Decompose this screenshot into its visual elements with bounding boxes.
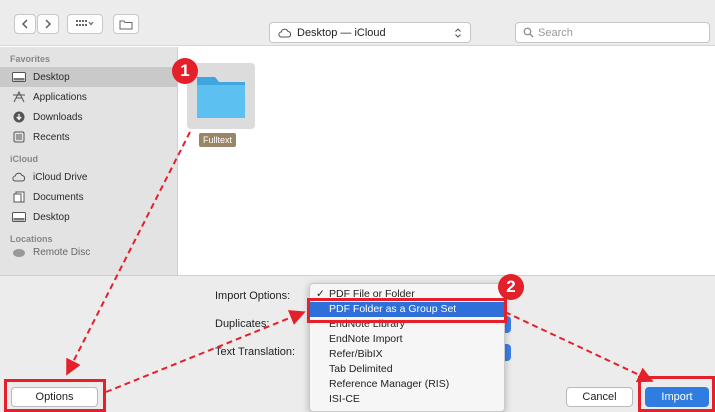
updown-chevron-icon	[455, 27, 461, 38]
options-button-highlight	[4, 379, 106, 412]
step-2-badge: 2	[498, 274, 524, 300]
sidebar-item-label: Applications	[33, 91, 87, 103]
chevron-right-icon	[45, 19, 51, 29]
import-options-label: Import Options:	[215, 290, 291, 302]
sidebar-item-documents[interactable]: Documents	[0, 187, 177, 207]
sidebar-item-label: Desktop	[33, 71, 70, 83]
sidebar-item-label: Remote Disc	[33, 247, 91, 258]
sidebar-item-icloud-desktop[interactable]: Desktop	[0, 207, 177, 227]
sidebar-item-label: Downloads	[33, 111, 83, 123]
sidebar: Favorites Desktop Applications Downloads…	[0, 47, 178, 275]
back-button[interactable]	[14, 14, 36, 34]
recents-icon	[11, 131, 27, 143]
new-folder-icon	[119, 20, 133, 29]
sidebar-section-locations: Locations	[10, 234, 53, 244]
menu-item-refer-bibix[interactable]: Refer/BibIX	[310, 347, 504, 362]
text-translation-label: Text Translation:	[215, 346, 296, 358]
sidebar-section-favorites: Favorites	[10, 54, 51, 64]
location-select[interactable]: Desktop — iCloud	[269, 22, 471, 43]
step-2-number: 2	[506, 277, 516, 296]
menu-item-label: Reference Manager (RIS)	[329, 378, 450, 390]
sidebar-item-recents[interactable]: Recents	[0, 127, 177, 147]
chevron-left-icon	[22, 19, 28, 29]
search-icon	[523, 27, 534, 38]
cancel-button[interactable]: Cancel	[566, 387, 633, 407]
applications-icon	[11, 91, 27, 103]
file-browser: Fulltext	[179, 47, 715, 275]
menu-item-label: EndNote Import	[329, 333, 403, 345]
menu-item-label: Tab Delimited	[329, 363, 393, 375]
cancel-button-label: Cancel	[582, 391, 617, 403]
menu-item-isi-ce[interactable]: ISI-CE	[310, 392, 504, 407]
location-label: Desktop — iCloud	[297, 26, 386, 39]
sidebar-item-applications[interactable]: Applications	[0, 87, 177, 107]
documents-icon	[11, 191, 27, 203]
view-mode-button[interactable]	[67, 14, 103, 34]
sidebar-item-downloads[interactable]: Downloads	[0, 107, 177, 127]
menu-item-label: Refer/BibIX	[329, 348, 383, 360]
disc-icon	[11, 247, 27, 257]
sidebar-item-icloud-drive[interactable]: iCloud Drive	[0, 167, 177, 187]
menu-item-reference-manager-ris[interactable]: Reference Manager (RIS)	[310, 377, 504, 392]
desktop-icon	[11, 72, 27, 82]
sidebar-section-icloud: iCloud	[10, 154, 38, 164]
toolbar: Desktop — iCloud Search	[0, 0, 715, 46]
search-placeholder: Search	[538, 26, 573, 39]
cloud-icon	[278, 28, 292, 37]
sidebar-item-label: Documents	[33, 191, 84, 203]
folder-name: Fulltext	[199, 133, 237, 147]
cloud-icon	[11, 172, 27, 182]
sidebar-item-label: iCloud Drive	[33, 171, 88, 183]
sidebar-item-label: Recents	[33, 131, 70, 143]
sidebar-item-remote-disc[interactable]: Remote Disc	[0, 247, 177, 261]
new-folder-button[interactable]	[113, 14, 139, 34]
sidebar-item-label: Desktop	[33, 211, 70, 223]
group-set-option-highlight	[307, 298, 507, 323]
menu-item-tab-delimited[interactable]: Tab Delimited	[310, 362, 504, 377]
forward-button[interactable]	[37, 14, 59, 34]
step-1-number: 1	[180, 61, 190, 80]
grid-view-icon	[76, 20, 94, 26]
menu-item-endnote-import[interactable]: EndNote Import	[310, 332, 504, 347]
desktop-icon	[11, 212, 27, 222]
import-button-highlight	[638, 376, 715, 412]
search-field[interactable]: Search	[515, 22, 710, 43]
duplicates-label: Duplicates:	[215, 318, 270, 330]
menu-item-label: ISI-CE	[329, 393, 360, 405]
step-1-badge: 1	[172, 58, 198, 84]
sidebar-item-desktop[interactable]: Desktop	[0, 67, 177, 87]
downloads-icon	[11, 111, 27, 123]
